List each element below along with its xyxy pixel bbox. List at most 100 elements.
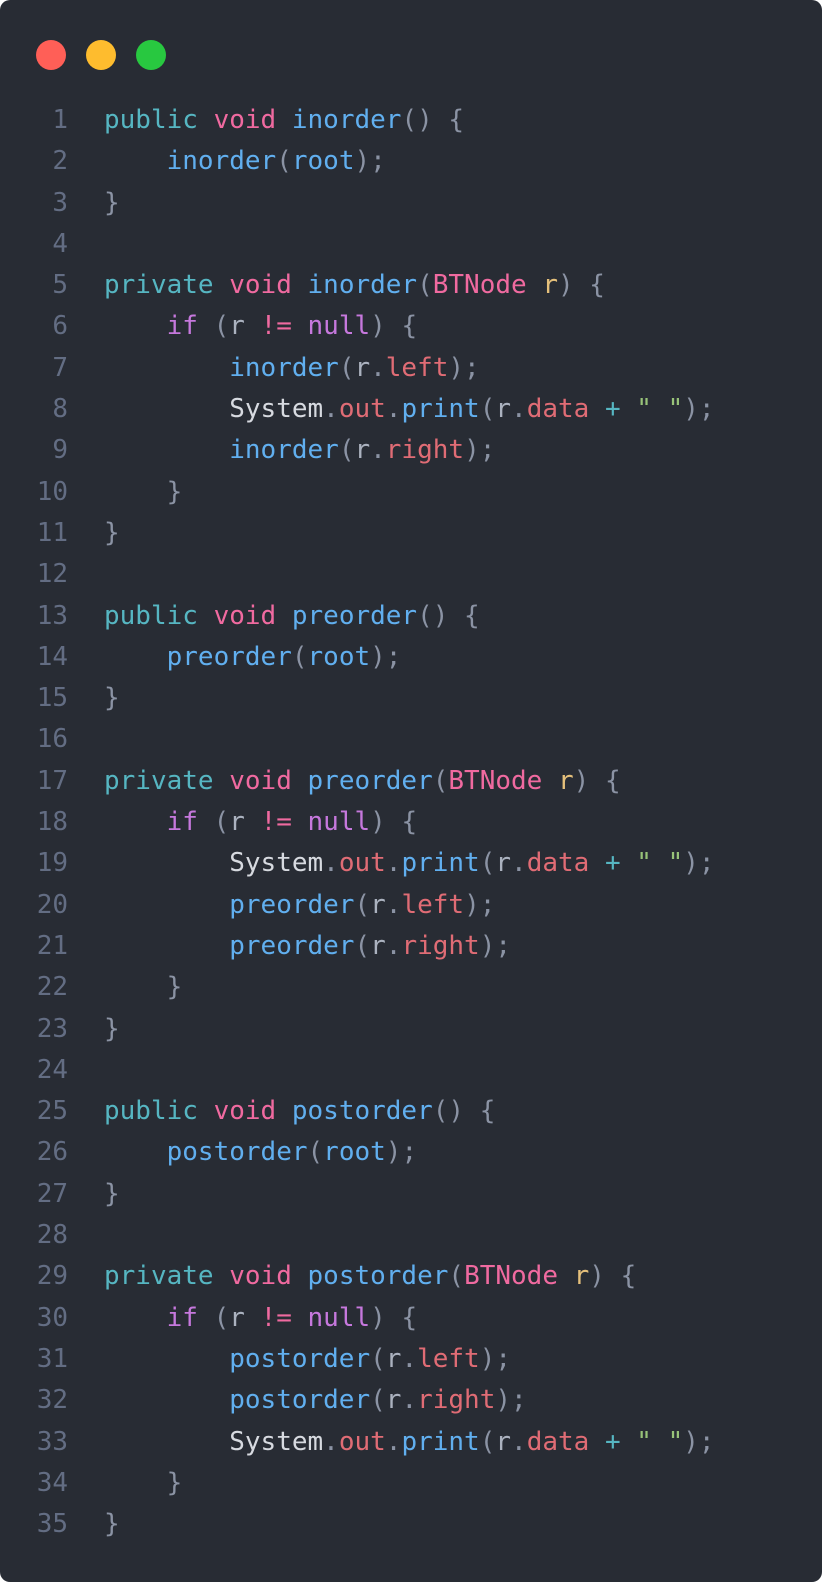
code-token: r [573, 1261, 590, 1292]
code-line: 29 private void postorder(BTNode r) { [0, 1256, 822, 1297]
code-text: if (r != null) { [104, 802, 418, 843]
code-token: postorder [166, 1137, 308, 1168]
code-token: r [495, 1426, 512, 1457]
code-token: void [213, 1096, 277, 1127]
code-token: private [104, 1261, 214, 1292]
code-line: 1 public void inorder() { [0, 100, 822, 141]
code-token: data [526, 1426, 590, 1457]
code-text: public void postorder() { [104, 1091, 495, 1132]
code-token: postorder [229, 1385, 371, 1416]
code-token: } [104, 517, 120, 548]
code-token: . [385, 394, 402, 425]
code-token: inorder [229, 352, 339, 383]
code-line: 24 [0, 1050, 822, 1091]
line-number: 25 [36, 1096, 68, 1127]
code-token: preorder [307, 765, 433, 796]
code-token: out [338, 394, 386, 425]
code-line: 17 private void preorder(BTNode r) { [0, 761, 822, 802]
code-line: 34 } [0, 1463, 822, 1504]
code-token: print [401, 848, 480, 879]
code-token: if [166, 311, 198, 342]
code-token: right [401, 930, 480, 961]
line-number: 20 [36, 889, 68, 920]
minimize-window-button[interactable] [86, 40, 116, 70]
line-number: 5 [52, 270, 68, 301]
line-number: 32 [36, 1385, 68, 1416]
maximize-window-button[interactable] [136, 40, 166, 70]
code-token: r [354, 352, 371, 383]
line-number: 17 [36, 765, 68, 796]
code-token: root [291, 146, 355, 177]
code-token: ( [338, 435, 355, 466]
code-token: } [166, 476, 183, 507]
code-token: postorder [307, 1261, 449, 1292]
code-text: } [104, 183, 120, 224]
code-token: ); [464, 889, 496, 920]
line-number: 23 [36, 1013, 68, 1044]
code-token: ); [495, 1385, 527, 1416]
code-token: ( [432, 765, 449, 796]
code-line: 10 } [0, 472, 822, 513]
code-token: " " [636, 394, 684, 425]
code-text: } [104, 513, 120, 554]
code-token: left [401, 889, 465, 920]
code-token: void [213, 600, 277, 631]
code-text: inorder(root); [104, 141, 386, 182]
code-block: 1 public void inorder() {2 inorder(root);… [0, 100, 822, 1545]
line-number: 18 [36, 807, 68, 838]
code-token: ) { [370, 807, 418, 838]
code-token: right [385, 435, 465, 466]
code-text: postorder(r.right); [104, 1380, 527, 1421]
code-token: ( [197, 807, 230, 838]
code-token: } [166, 972, 183, 1003]
line-number: 7 [52, 352, 68, 383]
code-text: } [104, 472, 183, 513]
code-token: r [370, 889, 386, 920]
code-token: != [260, 311, 292, 342]
code-token: ) { [370, 1302, 418, 1333]
line-number: 21 [36, 930, 68, 961]
code-token: data [526, 394, 590, 425]
code-line: 23} [0, 1009, 822, 1050]
code-token: . [370, 352, 386, 383]
code-token: ( [448, 1261, 465, 1292]
code-token: ( [338, 352, 355, 383]
code-token: right [417, 1385, 496, 1416]
code-token: preorder [291, 600, 418, 631]
code-token: . [511, 848, 527, 879]
code-token: inorder [291, 105, 402, 135]
close-window-button[interactable] [36, 40, 66, 70]
code-text: public void preorder() { [104, 596, 480, 637]
code-token: . [385, 1426, 402, 1457]
code-line: 12 [0, 554, 822, 595]
code-line: 33 System.out.print(r.data + " "); [0, 1422, 822, 1463]
code-token: . [323, 848, 339, 879]
code-token: r [354, 435, 371, 466]
line-number: 13 [36, 600, 68, 631]
code-token: public [104, 105, 198, 135]
